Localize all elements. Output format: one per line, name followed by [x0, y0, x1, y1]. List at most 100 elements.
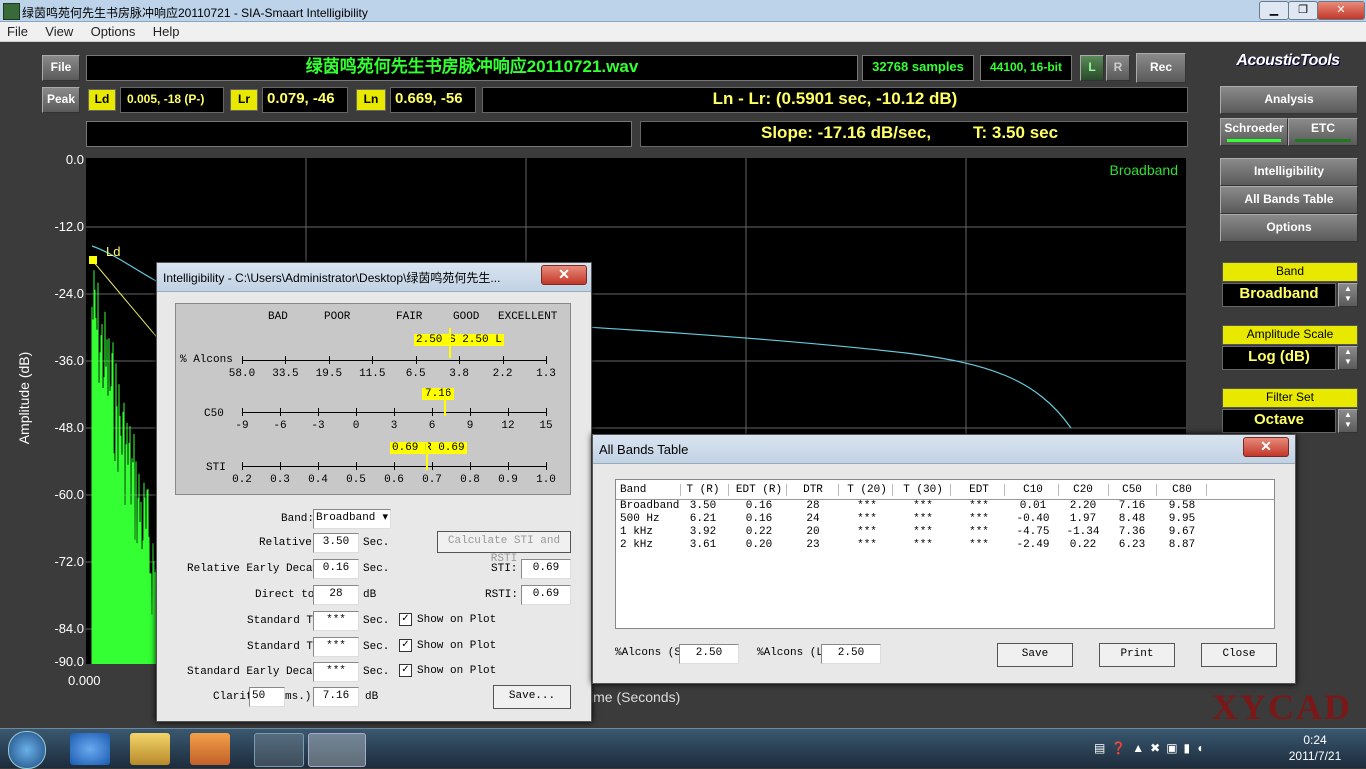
column-header[interactable]: C50: [1108, 484, 1157, 496]
app-icon: [3, 3, 20, 20]
peak-button[interactable]: Peak: [42, 87, 80, 113]
intelligibility-dialog: Intelligibility - C:\Users\Administrator…: [156, 262, 592, 722]
menu-file[interactable]: File: [0, 22, 35, 41]
broadband-label: Broadband: [1109, 162, 1178, 178]
ln-button[interactable]: Ln: [356, 89, 386, 111]
clarity-ms-input[interactable]: 50: [249, 687, 285, 707]
column-header[interactable]: T (30): [896, 484, 951, 496]
y-tick: -36.0: [54, 353, 84, 368]
band-select-value: Broadband: [316, 512, 376, 524]
ie-icon[interactable]: [70, 733, 110, 765]
sti-tick-mark: [432, 462, 433, 470]
filter-spinner[interactable]: ▲ ▼: [1338, 409, 1358, 433]
intelligibility-dialog-title: Intelligibility - C:\Users\Administrator…: [163, 271, 501, 285]
clock-time[interactable]: 0:24: [1290, 733, 1340, 747]
std-t1-show-checkbox[interactable]: ✓: [399, 613, 412, 626]
media-player-icon[interactable]: [190, 733, 230, 765]
close-button[interactable]: ✕: [1317, 1, 1365, 20]
y-tick: 0.0: [65, 152, 84, 167]
rsti-field-value: 0.69: [521, 585, 571, 605]
left-channel-button[interactable]: L: [1080, 55, 1104, 81]
table-row[interactable]: 1 kHz 3.92 0.22 20 *** *** *** -4.75 -1.34 7.36 9.…: [616, 526, 1274, 539]
sti-tick-mark: [318, 462, 319, 470]
alcons-marker: 2.50 S 2.50 L: [414, 334, 504, 346]
xycad-watermark: XYCAD: [1212, 687, 1352, 727]
analysis-button[interactable]: Analysis: [1220, 86, 1358, 114]
ld-value: 0.005, -18 (P-): [120, 87, 224, 113]
column-header[interactable]: EDT (R): [732, 484, 787, 496]
all-bands-print-button[interactable]: Print: [1099, 643, 1175, 667]
right-channel-button[interactable]: R: [1106, 55, 1130, 81]
tray-icons[interactable]: ▤❓▲✖▣▮◖: [1094, 741, 1209, 755]
table-cell: 500 Hz: [620, 513, 660, 525]
column-header[interactable]: C20: [1058, 484, 1109, 496]
c50-tick-label: 12: [501, 420, 515, 432]
table-cell: 6.23: [1118, 539, 1146, 551]
all-bands-close-icon[interactable]: ✕: [1243, 437, 1289, 457]
explorer-icon[interactable]: [130, 733, 170, 765]
table-row[interactable]: 500 Hz 6.21 0.16 24 *** *** *** -0.40 1.97 8.48 9.…: [616, 513, 1274, 526]
table-cell: ***: [857, 513, 877, 525]
all-bands-save-button[interactable]: Save: [997, 643, 1073, 667]
all-bands-close-button[interactable]: Close: [1201, 643, 1277, 667]
calculate-sti-button[interactable]: Calculate STI and RSTI: [437, 531, 571, 565]
start-button[interactable]: [8, 731, 46, 769]
band-spinner[interactable]: ▲ ▼: [1338, 283, 1358, 307]
alcons-tick-label: 1.3: [536, 368, 556, 380]
lr-value: 0.079, -46: [262, 87, 348, 113]
sti-tick-label: 0.6: [384, 474, 404, 486]
column-header[interactable]: DTR: [788, 484, 839, 496]
column-header[interactable]: C10: [1008, 484, 1059, 496]
menu-view[interactable]: View: [38, 22, 80, 41]
clarity-ms-label: ms.): [285, 691, 312, 703]
intelligibility-close-button[interactable]: ✕: [541, 265, 587, 285]
alcons-l-label: %Alcons (L): [757, 647, 830, 659]
clock-date[interactable]: 2011/7/21: [1280, 749, 1350, 763]
minimize-button[interactable]: ▁: [1259, 1, 1289, 20]
all-bands-dialog: All Bands Table ✕ Band T (R) EDT (R) DTR T (…: [592, 434, 1296, 684]
sti-tick-mark: [356, 462, 357, 470]
table-cell: 2.20: [1069, 500, 1097, 512]
window-title: 绿茵鸣苑何先生书房脉冲响应20110721 - SIA-Smaart Intel…: [22, 6, 368, 20]
intelligibility-button[interactable]: Intelligibility: [1220, 158, 1358, 186]
table-row[interactable]: 2 kHz 3.61 0.20 23 *** *** *** -2.49 0.22 6.23 8.8…: [616, 539, 1274, 552]
c50-marker: 7.16: [422, 388, 455, 400]
sti-tick-mark: [470, 462, 471, 470]
file-button[interactable]: File: [42, 55, 80, 81]
ld-button[interactable]: Ld: [88, 89, 116, 111]
options-button[interactable]: Options: [1220, 214, 1358, 242]
rec-button[interactable]: Rec: [1136, 53, 1186, 83]
alcons-tick-mark: [459, 356, 461, 364]
band-label: Band: [1222, 262, 1358, 282]
column-header[interactable]: Band: [620, 484, 681, 496]
smaart-taskbar-icon[interactable]: [254, 733, 304, 767]
sed-show-checkbox[interactable]: ✓: [399, 664, 412, 677]
intelligibility-taskbar-icon[interactable]: [308, 733, 366, 767]
etc-button[interactable]: ETC: [1288, 118, 1358, 146]
lr-button[interactable]: Lr: [230, 89, 258, 111]
intel-save-button[interactable]: Save...: [493, 685, 571, 709]
schroeder-button[interactable]: Schroeder: [1220, 118, 1288, 146]
column-header[interactable]: C80: [1158, 484, 1207, 496]
sti-label: STI: [206, 462, 226, 474]
c50-tick-label: -9: [235, 420, 249, 432]
all-bands-table-button[interactable]: All Bands Table: [1220, 186, 1358, 214]
std-t2-show-checkbox[interactable]: ✓: [399, 639, 412, 652]
table-cell: 0.20: [745, 539, 773, 551]
table-cell: 20: [806, 526, 820, 538]
column-header[interactable]: T (20): [842, 484, 893, 496]
std-t2-show-label: Show on Plot: [417, 640, 497, 652]
all-bands-dialog-caption: All Bands Table ✕: [593, 435, 1295, 464]
std-t2-label: Standard T: [247, 641, 314, 653]
column-header[interactable]: EDT: [954, 484, 1005, 496]
table-cell: 3.61: [689, 539, 717, 551]
table-row[interactable]: Broadband 3.50 0.16 28 *** *** *** 0.01 2.20 7.16…: [616, 500, 1274, 513]
menu-options[interactable]: Options: [84, 22, 143, 41]
menu-help[interactable]: Help: [146, 22, 187, 41]
sti-marker: 0.69 R 0.69: [390, 442, 467, 454]
all-bands-dialog-title: All Bands Table: [599, 442, 689, 457]
maximize-button[interactable]: ❐: [1288, 1, 1318, 20]
band-select[interactable]: Broadband ▾: [313, 509, 391, 529]
column-header[interactable]: T (R): [678, 484, 729, 496]
amplitude-spinner[interactable]: ▲ ▼: [1338, 346, 1358, 370]
